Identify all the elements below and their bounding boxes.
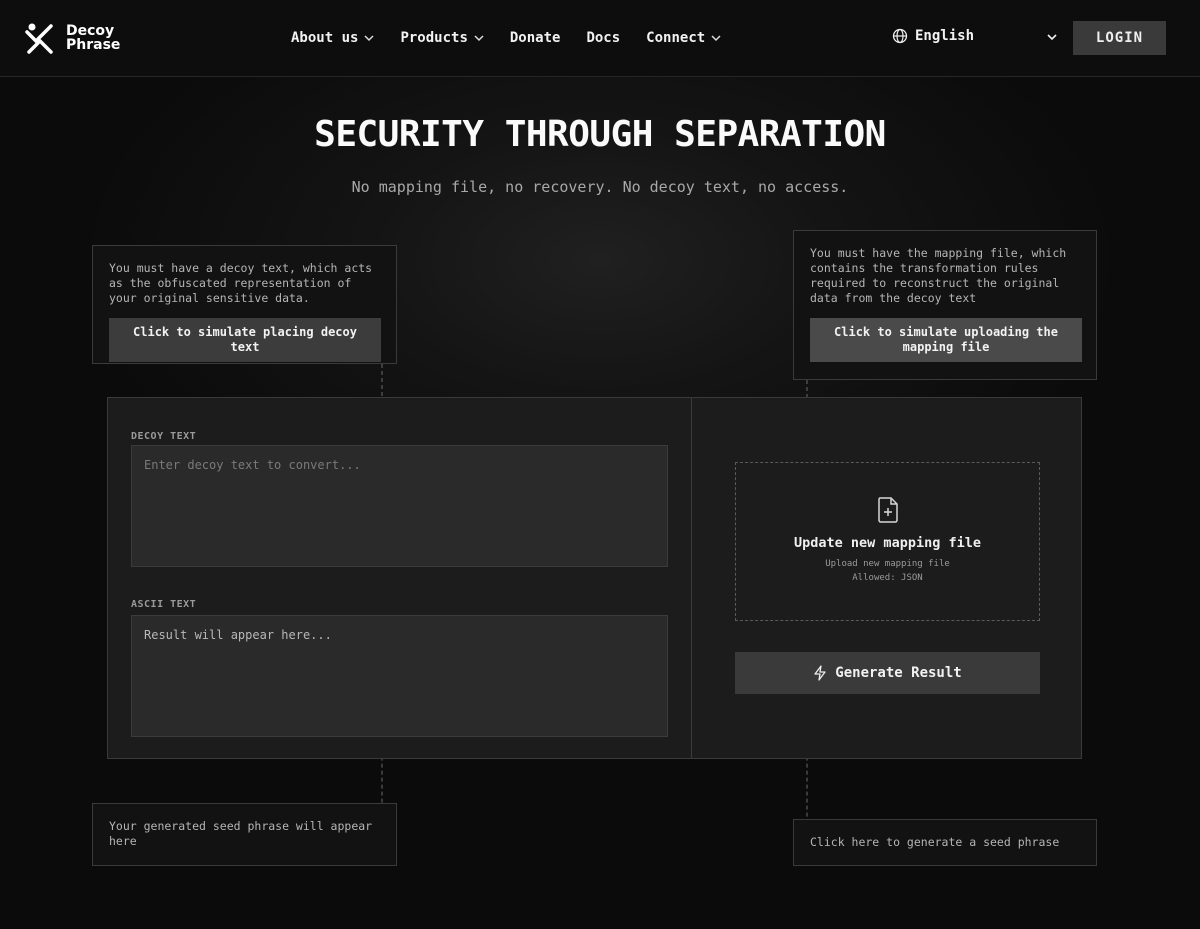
generate-hint-text: Click here to generate a seed phrase <box>810 835 1060 849</box>
generate-result-button[interactable]: Generate Result <box>735 652 1040 694</box>
logo[interactable]: Decoy Phrase <box>24 22 120 54</box>
decoy-phrase-logo-icon <box>25 23 53 54</box>
generate-hint-callout[interactable]: Click here to generate a seed phrase <box>793 819 1097 866</box>
decoy-callout-text: You must have a decoy text, which acts a… <box>109 261 373 305</box>
language-label: English <box>915 28 975 44</box>
nav-item-about-us[interactable]: About us <box>291 28 374 48</box>
page-title: SECURITY THROUGH SEPARATION <box>314 114 886 155</box>
ascii-text-label: ASCII TEXT <box>131 599 197 610</box>
chevron-down-icon <box>364 35 374 42</box>
nav-item-connect[interactable]: Connect <box>646 28 721 48</box>
mapping-column: Update new mapping file Upload new mappi… <box>692 398 1081 758</box>
chevron-down-icon <box>474 35 484 42</box>
lightning-icon <box>814 665 826 681</box>
chevron-down-icon[interactable] <box>1046 31 1058 43</box>
nav-item-donate[interactable]: Donate <box>510 28 561 48</box>
dropzone-allowed: Allowed: JSON <box>852 573 923 583</box>
dropzone-hint: Upload new mapping file <box>825 559 950 569</box>
globe-icon <box>892 28 908 44</box>
dropzone-title: Update new mapping file <box>794 535 981 551</box>
ascii-text-output[interactable]: Result will appear here... <box>131 615 668 737</box>
language-selector[interactable]: English <box>892 28 974 44</box>
page-subtitle: No mapping file, no recovery. No decoy t… <box>351 178 849 196</box>
brand-name: Decoy Phrase <box>66 24 120 52</box>
decoy-callout: You must have a decoy text, which acts a… <box>92 245 397 364</box>
simulate-decoy-button[interactable]: Click to simulate placing decoy text <box>109 318 381 362</box>
simulate-mapping-button[interactable]: Click to simulate uploading the mapping … <box>810 318 1082 362</box>
seed-result-callout: Your generated seed phrase will appear h… <box>92 803 397 866</box>
generate-result-label: Generate Result <box>835 665 962 681</box>
brand-line-2: Phrase <box>66 37 121 53</box>
chevron-down-icon <box>711 35 721 42</box>
dropzone-subtitle: Upload new mapping file Allowed: JSON <box>825 557 950 585</box>
seed-result-text: Your generated seed phrase will appear h… <box>109 819 373 848</box>
nav-label: Connect <box>646 30 706 46</box>
nav-label: Donate <box>509 30 561 46</box>
brand-line-1: Decoy <box>66 23 115 39</box>
mapping-callout: You must have the mapping file, which co… <box>793 230 1097 380</box>
site-header: Decoy Phrase About us Products Donate Do… <box>0 0 1200 77</box>
mapping-file-dropzone[interactable]: Update new mapping file Upload new mappi… <box>735 462 1040 621</box>
main-nav: About us Products Donate Docs Connect <box>291 28 747 48</box>
login-button[interactable]: LOGIN <box>1073 21 1166 55</box>
text-fields-column: DECOY TEXT Enter decoy text to convert..… <box>108 398 692 758</box>
nav-label: Docs <box>586 30 621 46</box>
file-plus-icon <box>877 497 898 523</box>
converter-panel: DECOY TEXT Enter decoy text to convert..… <box>107 397 1082 759</box>
nav-item-docs[interactable]: Docs <box>586 28 620 48</box>
nav-item-products[interactable]: Products <box>400 28 484 48</box>
mapping-callout-text: You must have the mapping file, which co… <box>810 246 1067 305</box>
nav-label: Products <box>400 30 468 46</box>
nav-label: About us <box>291 30 359 46</box>
decoy-text-label: DECOY TEXT <box>131 431 197 442</box>
decoy-text-input[interactable]: Enter decoy text to convert... <box>131 445 668 567</box>
